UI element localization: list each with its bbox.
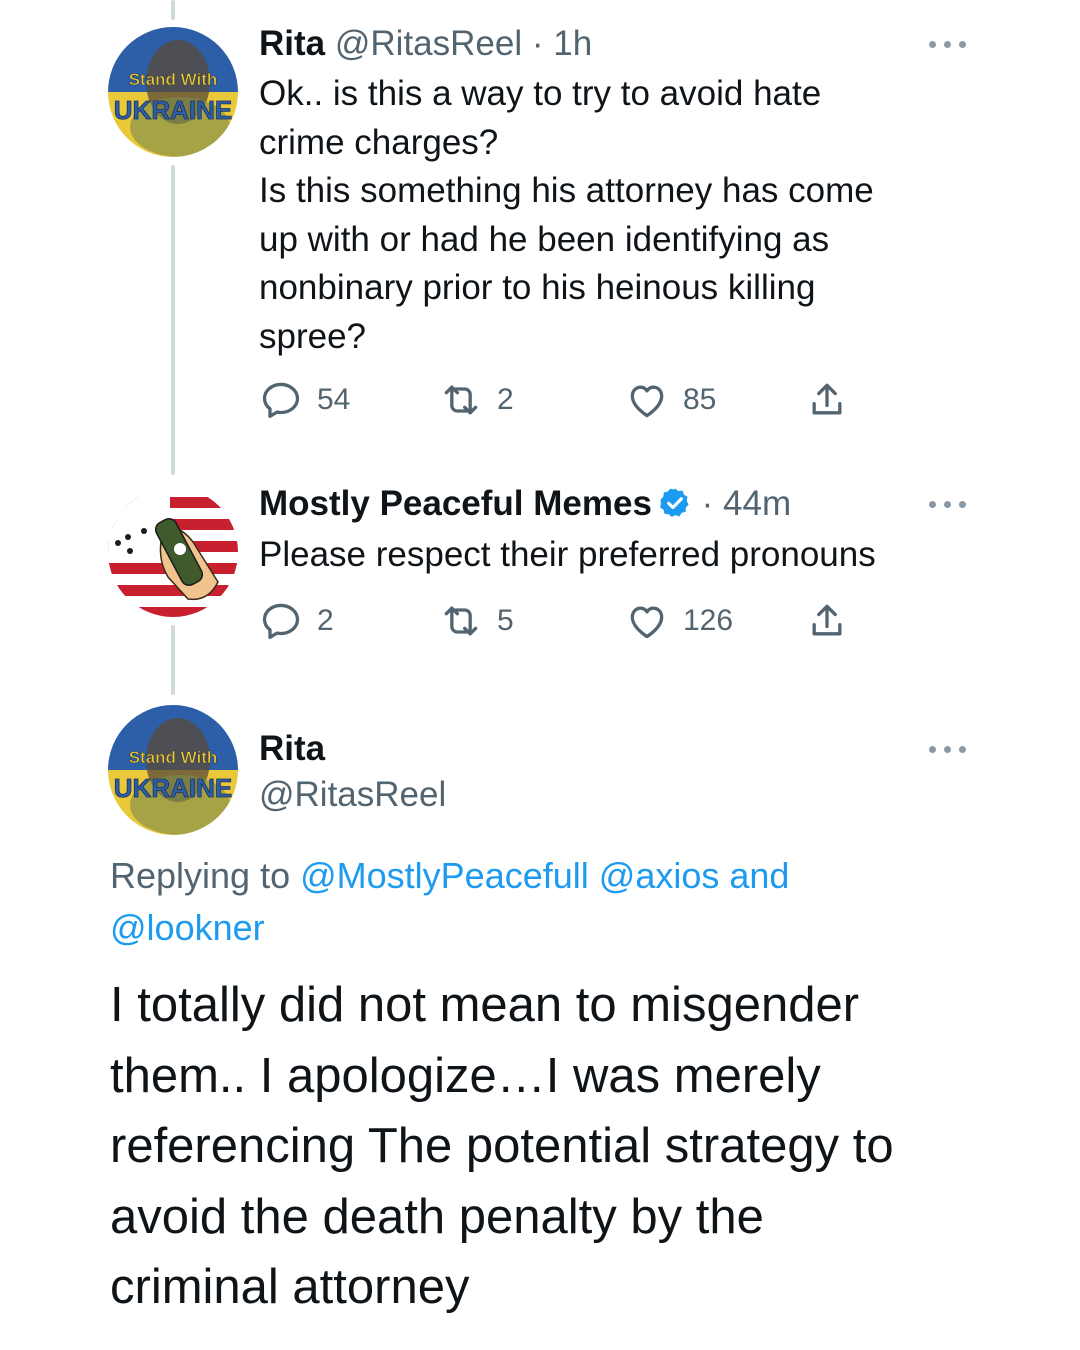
heart-icon	[630, 385, 664, 418]
reply-mention-link[interactable]: @lookner	[110, 907, 265, 948]
ukraine-avatar-image: Stand With UKRAINE	[108, 705, 238, 835]
avatar-text-bottom: UKRAINE	[114, 95, 232, 125]
retweet-button[interactable]: 2	[439, 378, 514, 422]
verified-badge-icon	[660, 488, 689, 517]
tweet1-actions: 54 2 85	[259, 378, 859, 422]
tweet3-display-name[interactable]: Rita	[259, 727, 325, 771]
more-icon[interactable]	[929, 499, 967, 509]
avatar-text-bottom: UKRAINE	[114, 773, 232, 803]
share-icon	[812, 383, 842, 415]
reply-button[interactable]: 2	[259, 599, 334, 643]
like-count: 85	[683, 383, 717, 416]
avatar-text-top: Stand With	[129, 748, 218, 767]
tweet3-handle-text: @RitasReel	[259, 775, 447, 814]
avatar-rita[interactable]: Stand With UKRAINE	[108, 27, 238, 157]
avatar-rita-main[interactable]: Stand With UKRAINE	[108, 705, 238, 835]
thread-line-2	[171, 625, 175, 695]
like-button[interactable]: 85	[625, 378, 716, 422]
tweet2-text: Please respect their preferred pronouns	[259, 535, 876, 574]
retweet-count: 5	[497, 604, 514, 637]
reply-button[interactable]: 54	[259, 378, 350, 422]
tweet2-timestamp[interactable]: · 44m	[702, 484, 791, 523]
ukraine-avatar-image: Stand With UKRAINE	[108, 27, 238, 157]
retweet-icon	[444, 606, 478, 636]
heart-icon	[630, 606, 664, 639]
tweet3-name-text: Rita	[259, 729, 326, 768]
tweet2-display-name[interactable]: Mostly Peaceful Memes	[259, 484, 652, 523]
retweet-icon	[444, 385, 478, 415]
more-icon[interactable]	[929, 39, 967, 49]
tweet2-header: Mostly Peaceful Memes · 44m	[259, 482, 791, 526]
like-count: 126	[683, 604, 734, 637]
reply-mention-link[interactable]: @MostlyPeacefull	[300, 855, 589, 896]
reply-icon	[262, 382, 300, 418]
share-icon	[812, 604, 842, 636]
share-button[interactable]	[805, 599, 849, 643]
like-button[interactable]: 126	[625, 599, 733, 643]
avatar-mostly-peaceful-memes[interactable]	[108, 487, 238, 617]
thread-line-top	[171, 0, 175, 20]
avatar-text-top: Stand With	[129, 70, 218, 89]
tweet2-actions: 2 5 126	[259, 599, 859, 643]
reply-count: 2	[317, 604, 334, 637]
more-icon[interactable]	[929, 744, 967, 754]
tweet1-display-name[interactable]: Rita	[259, 24, 325, 63]
reply-count: 54	[317, 383, 351, 416]
replying-prefix: Replying to	[110, 855, 301, 896]
retweet-button[interactable]: 5	[439, 599, 514, 643]
reply-mention-link[interactable]: @axios	[599, 855, 720, 896]
tweet1-handle[interactable]: @RitasReel	[335, 24, 522, 63]
tweet3-handle[interactable]: @RitasReel	[259, 773, 446, 817]
share-button[interactable]	[805, 378, 849, 422]
flag-avatar-image	[108, 487, 238, 617]
tweet1-header: Rita @RitasReel · 1h	[259, 22, 592, 66]
retweet-count: 2	[497, 383, 514, 416]
reply-and-others-link[interactable]: and	[719, 855, 789, 896]
reply-icon	[262, 603, 300, 639]
tweet3-text: I totally did not mean to misgender them…	[110, 978, 894, 1314]
tweet1-text: Ok.. is this a way to try to avoid hate …	[259, 74, 874, 356]
tweet1-timestamp[interactable]: · 1h	[532, 24, 592, 63]
replying-to: Replying to @MostlyPeacefull @axios and @…	[110, 850, 970, 954]
thread-line-1	[171, 165, 175, 475]
